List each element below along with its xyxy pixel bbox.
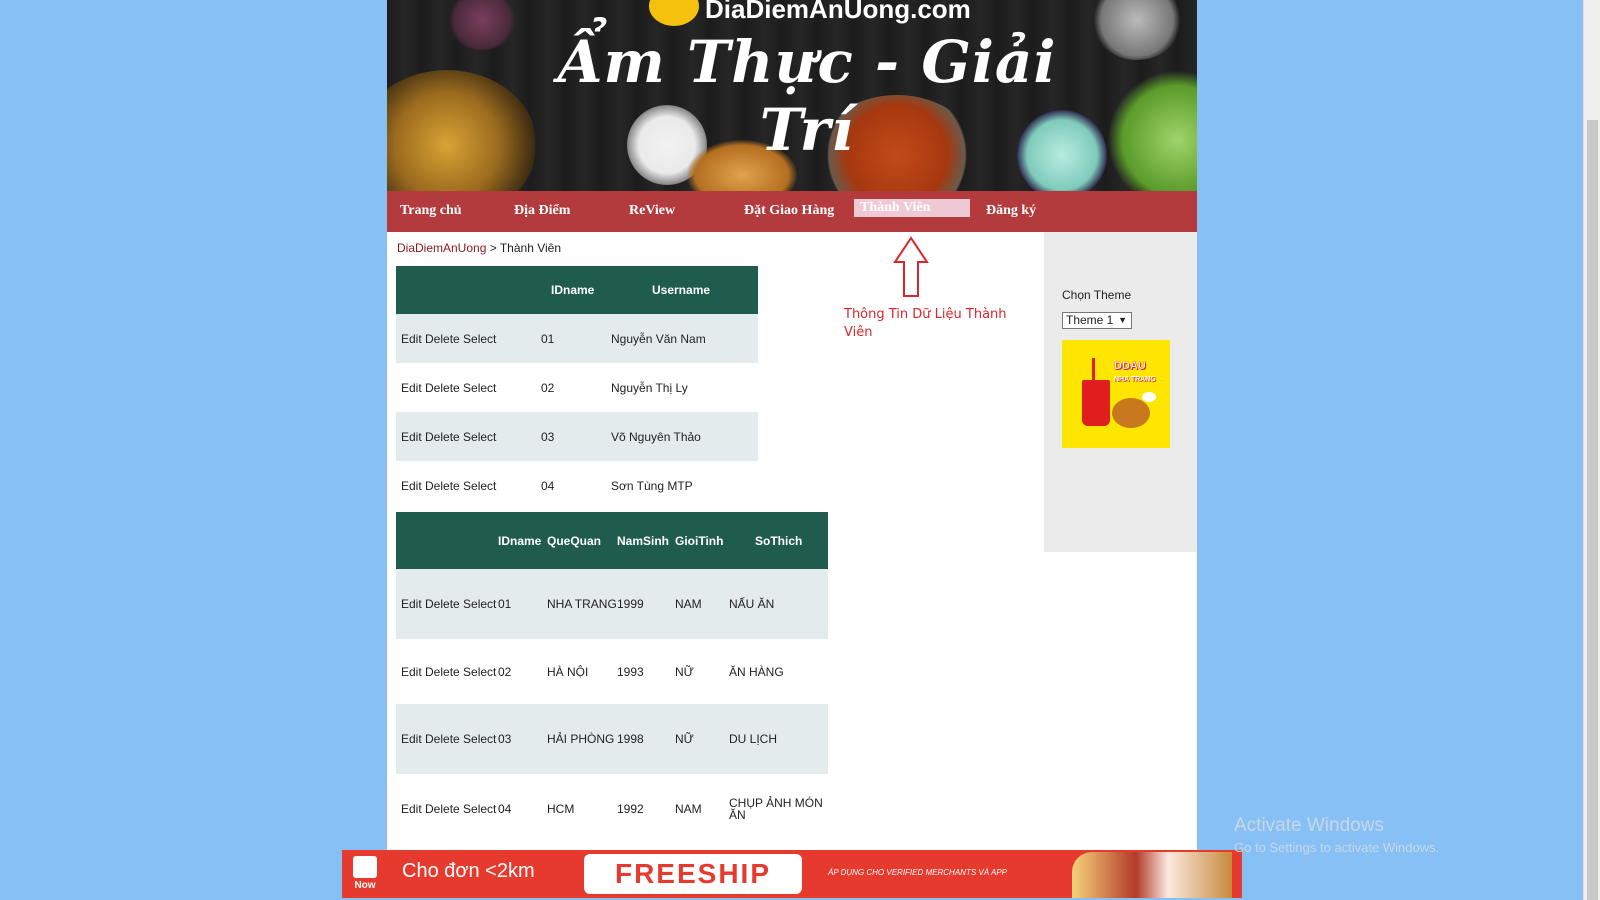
table-header-row: IDname Username xyxy=(396,266,758,314)
up-arrow-icon xyxy=(893,236,929,297)
breadcrumb-separator: > xyxy=(486,241,500,255)
cell-namsinh: 1993 xyxy=(617,664,644,679)
now-logo-label: Now xyxy=(354,880,376,891)
annotation-text: Thông Tin Dữ Liệu Thành Viên xyxy=(844,307,1007,340)
column-header-sothich: SoThich xyxy=(729,512,828,569)
site-logo-text: DiaDiemAnUong.com xyxy=(705,0,971,24)
cell-namsinh: 1992 xyxy=(617,802,644,816)
main-nav: Trang chủ Địa Điểm ReView Đặt Giao Hàng … xyxy=(387,191,1197,232)
table-row: Edit Delete Select 02 Nguyễn Thị Ly xyxy=(396,363,758,412)
row-actions[interactable]: Edit Delete Select xyxy=(396,639,498,704)
bottom-ad-banner[interactable]: Now Cho đơn <2km FREESHIP ÁP DỤNG CHO VE… xyxy=(342,850,1242,898)
chicken-leg-icon xyxy=(1112,398,1150,428)
row-actions[interactable]: Edit Delete Select xyxy=(396,412,541,461)
banner-title: Ẩm Thực - Giải Trí xyxy=(557,28,1057,164)
cell-username: Sơn Tùng MTP xyxy=(611,478,693,493)
column-header-actions xyxy=(396,266,541,314)
cell-idname: 01 xyxy=(541,314,611,363)
table-row: Edit Delete Select 03 Võ Nguyên Thảo xyxy=(396,412,758,461)
cell-sothich: CHỤP ẢNH MÓN ĂN xyxy=(729,796,823,822)
cell-username: Võ Nguyên Thảo xyxy=(611,412,758,461)
ad-freeship-button[interactable]: FREESHIP xyxy=(584,854,802,894)
row-actions[interactable]: Edit Delete Select xyxy=(396,774,498,844)
ad-headline: Cho đơn <2km xyxy=(402,860,535,882)
theme-label: Chọn Theme xyxy=(1062,288,1132,302)
cell-sothich: ĂN HÀNG xyxy=(729,664,784,679)
table-row: Edit Delete Select 04 Sơn Tùng MTP xyxy=(396,461,758,510)
column-header-quequan: QueQuan xyxy=(547,512,617,569)
sidebar-ad-image[interactable]: DDAU NHA TRANG xyxy=(1062,340,1170,448)
drink-cup-icon xyxy=(1082,380,1110,426)
breadcrumb: DiaDiemAnUong > Thành Viên xyxy=(397,241,561,255)
now-logo: Now xyxy=(350,856,380,894)
scrollbar-thumb[interactable] xyxy=(1587,120,1598,900)
cell-idname: 02 xyxy=(541,380,555,395)
table-header-row: IDname QueQuan NamSinh GioiTinh SoThich xyxy=(396,512,828,569)
cell-quequan: HÀ NỘI xyxy=(547,664,589,679)
table-row: Edit Delete Select 01 Nguyễn Văn Nam xyxy=(396,314,758,363)
page-scrollbar[interactable] xyxy=(1583,0,1600,900)
nav-item-delivery[interactable]: Đặt Giao Hàng xyxy=(744,191,834,232)
nav-item-members[interactable]: Thành Viên xyxy=(854,199,970,217)
breadcrumb-current: Thành Viên xyxy=(499,241,562,255)
cell-gioitinh: NỮ xyxy=(675,664,694,679)
row-actions[interactable]: Edit Delete Select xyxy=(396,363,541,412)
cell-idname: 04 xyxy=(498,802,512,816)
column-header-actions xyxy=(396,512,498,569)
ad-location-text: NHA TRANG xyxy=(1114,376,1156,383)
cell-sothich: NẤU ĂN xyxy=(729,569,828,639)
cell-idname: 03 xyxy=(498,704,547,774)
member-details-table: IDname QueQuan NamSinh GioiTinh SoThich … xyxy=(396,512,828,844)
cell-idname: 01 xyxy=(498,569,547,639)
site-banner: DiaDiemAnUong.com Ẩm Thực - Giải Trí xyxy=(387,0,1197,191)
column-header-namsinh: NamSinh xyxy=(617,512,675,569)
cell-username: Nguyễn Văn Nam xyxy=(611,314,758,363)
column-header-gioitinh: GioiTinh xyxy=(675,512,729,569)
cell-quequan: HẢI PHÒNG xyxy=(547,704,617,774)
row-actions[interactable]: Edit Delete Select xyxy=(396,314,541,363)
ad-subtext: ÁP DỤNG CHO VERIFIED MERCHANTS VÀ APP xyxy=(828,868,1007,877)
chevron-down-icon: ▼ xyxy=(1118,315,1127,325)
theme-select[interactable]: Theme 1 ▼ xyxy=(1062,312,1132,329)
cell-gioitinh: NỮ xyxy=(675,704,729,774)
cell-gioitinh: NAM xyxy=(675,569,729,639)
breadcrumb-home-link[interactable]: DiaDiemAnUong xyxy=(397,241,486,255)
nav-item-register[interactable]: Đăng ký xyxy=(986,191,1036,232)
cell-idname: 02 xyxy=(498,664,512,679)
windows-activation-title: Activate Windows xyxy=(1234,815,1384,836)
nav-item-review[interactable]: ReView xyxy=(629,191,675,232)
members-table: IDname Username Edit Delete Select 01 Ng… xyxy=(396,266,758,510)
cell-quequan: NHA TRANG xyxy=(547,569,617,639)
nav-item-places[interactable]: Địa Điểm xyxy=(514,191,570,232)
nav-item-home[interactable]: Trang chủ xyxy=(400,191,462,232)
cell-idname: 04 xyxy=(541,478,555,493)
cell-sothich: DU LỊCH xyxy=(729,704,828,774)
ad-brand-text: DDAU xyxy=(1114,360,1146,372)
row-actions[interactable]: Edit Delete Select xyxy=(396,461,541,510)
sidebar: Chọn Theme Theme 1 ▼ DDAU NHA TRANG xyxy=(1044,232,1197,552)
food-image-greens xyxy=(1107,70,1197,191)
windows-activation-subtitle: Go to Settings to activate Windows. xyxy=(1234,840,1440,855)
table-row: Edit Delete Select 01 NHA TRANG 1999 NAM… xyxy=(396,569,828,639)
row-actions[interactable]: Edit Delete Select xyxy=(396,704,498,774)
column-header-idname: IDname xyxy=(541,266,611,314)
column-header-idname: IDname xyxy=(498,512,547,569)
column-header-username: Username xyxy=(611,266,758,314)
cell-gioitinh: NAM xyxy=(675,802,702,816)
cell-idname: 03 xyxy=(541,412,611,461)
now-app-icon xyxy=(353,856,377,878)
table-row: Edit Delete Select 04 HCM 1992 NAM CHỤP … xyxy=(396,774,828,844)
ad-people-image xyxy=(1072,852,1232,898)
cell-quequan: HCM xyxy=(547,802,575,816)
theme-select-value: Theme 1 xyxy=(1066,313,1114,327)
bone-icon xyxy=(1142,392,1156,402)
table-row: Edit Delete Select 02 HÀ NỘI 1993 NỮ ĂN … xyxy=(396,639,828,704)
cell-namsinh: 1998 xyxy=(617,704,675,774)
row-actions[interactable]: Edit Delete Select xyxy=(396,569,498,639)
cell-username: Nguyễn Thị Ly xyxy=(611,380,688,395)
cell-namsinh: 1999 xyxy=(617,569,675,639)
table-row: Edit Delete Select 03 HẢI PHÒNG 1998 NỮ … xyxy=(396,704,828,774)
